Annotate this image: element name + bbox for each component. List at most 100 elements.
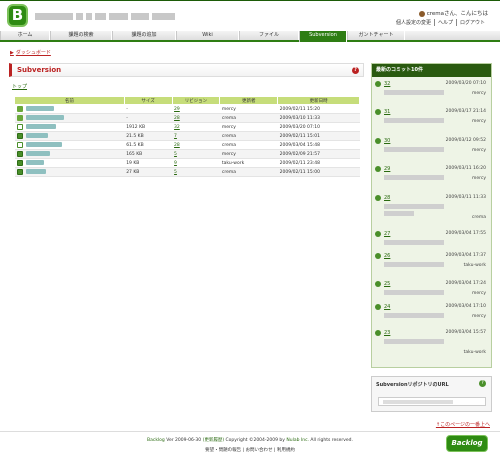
file-name-cell[interactable]	[14, 158, 125, 168]
table-row[interactable]: 61.5 KB 28 crema 2009/03/04 15:48	[14, 140, 360, 150]
table-row[interactable]: 1912 KB 32 mercy 2009/03/20 07:10	[14, 122, 360, 132]
revision-cell[interactable]: 29	[172, 104, 220, 114]
revision-cell[interactable]: 5	[172, 167, 220, 177]
table-row[interactable]: 27 KB 5 crema 2009/02/11 15:00	[14, 167, 360, 177]
file-name-cell[interactable]	[14, 122, 125, 132]
file-name[interactable]	[25, 169, 46, 175]
commit-revision-link[interactable]: 29	[384, 166, 390, 172]
repository-url-field[interactable]	[378, 397, 486, 406]
date-cell: 2009/02/11 23:48	[277, 158, 360, 168]
file-name[interactable]	[25, 151, 50, 157]
backlog-link[interactable]: Backlog	[147, 438, 165, 443]
tab-search-issues[interactable]: 課題の検索	[50, 31, 112, 40]
file-name-cell[interactable]	[14, 113, 125, 123]
col-updater: 更新者	[219, 96, 279, 105]
user-greeting: cremaさん、こんにちは	[418, 9, 488, 17]
size-cell: -	[124, 104, 173, 114]
file-link-icon	[16, 123, 23, 130]
user-area: cremaさん、こんにちは 個人設定の変更 ヘルプ ログアウト	[396, 5, 490, 29]
top-directory-link[interactable]: トップ	[12, 83, 364, 90]
date-cell: 2009/02/09 21:57	[277, 149, 360, 159]
commit-user: crema	[471, 215, 486, 220]
commit-date: 2009/03/04 15:57	[445, 330, 486, 335]
help-icon[interactable]: ?	[479, 380, 486, 387]
help-link[interactable]: ヘルプ	[433, 19, 456, 26]
commit-message	[384, 339, 444, 344]
commit-date: 2009/03/04 17:55	[445, 231, 486, 236]
commit-item: 30 2009/03/12 09:52 mercy	[375, 138, 489, 166]
revision-cell[interactable]: 28	[172, 113, 220, 123]
breadcrumb[interactable]: ▶ ダッシュボード	[10, 49, 51, 56]
commit-user: mercy	[471, 314, 486, 319]
commit-revision-link[interactable]: 31	[384, 109, 390, 115]
commit-revision-link[interactable]: 27	[384, 231, 390, 237]
revision-cell[interactable]: 28	[172, 140, 220, 150]
tab-wiki[interactable]: Wiki	[176, 31, 239, 40]
commit-revision-link[interactable]: 25	[384, 281, 390, 287]
tab-files[interactable]: ファイル	[239, 31, 299, 40]
commit-icon	[375, 304, 381, 310]
commit-revision-link[interactable]: 28	[384, 195, 390, 201]
commit-date: 2009/03/11 11:33	[445, 195, 486, 200]
file-name[interactable]	[25, 133, 48, 139]
size-cell: 165 KB	[124, 149, 173, 159]
footer-links[interactable]: 要望・問題の報告 | お問い合わせ | 利用規約	[0, 447, 500, 453]
profile-settings-link[interactable]: 個人設定の変更	[393, 19, 434, 26]
backlog-logo[interactable]: B	[7, 4, 28, 27]
page-top-link[interactable]: ↑このページの一番上へ	[436, 421, 490, 428]
col-revision: リビジョン	[171, 96, 221, 105]
col-size: サイズ	[123, 96, 173, 105]
commit-revision-link[interactable]: 24	[384, 304, 390, 310]
file-name-cell[interactable]	[14, 149, 125, 159]
commit-date: 2009/03/04 17:10	[445, 304, 486, 309]
commit-date: 2009/03/12 09:52	[445, 138, 486, 143]
file-name[interactable]	[25, 160, 44, 166]
revision-cell[interactable]: 32	[172, 122, 220, 132]
revision-cell[interactable]: 9	[172, 158, 220, 168]
size-cell: 61.5 KB	[124, 140, 173, 150]
nulab-link[interactable]: Nulab Inc.	[286, 438, 309, 443]
commit-item: 32 2009/03/20 07:10 mercy	[375, 81, 489, 109]
commit-revision-link[interactable]: 32	[384, 81, 390, 87]
file-name[interactable]	[25, 142, 62, 148]
revision-cell[interactable]: 7	[172, 131, 220, 141]
updater-cell: taku-work	[219, 158, 278, 168]
table-row[interactable]: 21.5 KB 7 crema 2009/02/11 15:01	[14, 131, 360, 141]
updater-cell: mercy	[219, 149, 278, 159]
help-icon[interactable]: ?	[352, 67, 359, 74]
file-name-cell[interactable]	[14, 140, 125, 150]
size-cell: 1912 KB	[124, 122, 173, 132]
footer-copyright: Backlog Ver 2009-06-30 (更新履歴) Copyright …	[147, 438, 353, 443]
revision-cell[interactable]: 5	[172, 149, 220, 159]
commit-user: mercy	[471, 119, 486, 124]
arrow-icon: ▶	[10, 50, 14, 56]
commit-revision-link[interactable]: 26	[384, 253, 390, 259]
file-name-cell[interactable]	[14, 131, 125, 141]
tab-subversion[interactable]: Subversion	[299, 31, 347, 42]
logout-link[interactable]: ログアウト	[455, 19, 488, 26]
tab-add-issue[interactable]: 課題の追加	[112, 31, 176, 40]
commit-icon	[375, 166, 381, 172]
tab-home[interactable]: ホーム	[0, 31, 50, 40]
table-row[interactable]: - 28 crema 2009/03/10 11:33	[14, 113, 360, 123]
backlog-footer-logo: Backlog	[446, 435, 488, 452]
file-name-cell[interactable]	[14, 167, 125, 177]
commit-revision-link[interactable]: 30	[384, 138, 390, 144]
table-row[interactable]: 19 KB 9 taku-work 2009/02/11 23:48	[14, 158, 360, 168]
file-name[interactable]	[25, 106, 54, 112]
file-icon	[16, 168, 23, 175]
tab-gantt-chart[interactable]: ガントチャート	[347, 31, 405, 40]
file-name-cell[interactable]	[14, 104, 125, 114]
file-name[interactable]	[25, 124, 56, 130]
file-name[interactable]	[25, 115, 64, 121]
commit-date: 2009/03/04 17:37	[445, 253, 486, 258]
update-history-link[interactable]: (更新履歴)	[203, 438, 225, 443]
date-cell: 2009/03/10 11:33	[277, 113, 360, 123]
table-row[interactable]: 165 KB 5 mercy 2009/02/09 21:57	[14, 149, 360, 159]
commit-item: 23 2009/03/04 15:57 taku-work	[375, 330, 489, 358]
table-row[interactable]: - 29 mercy 2009/02/11 15:20	[14, 104, 360, 114]
commit-message	[384, 90, 444, 95]
commit-revision-link[interactable]: 23	[384, 330, 390, 336]
commit-date: 2009/03/17 21:14	[445, 109, 486, 114]
user-links: 個人設定の変更 ヘルプ ログアウト	[393, 19, 488, 26]
